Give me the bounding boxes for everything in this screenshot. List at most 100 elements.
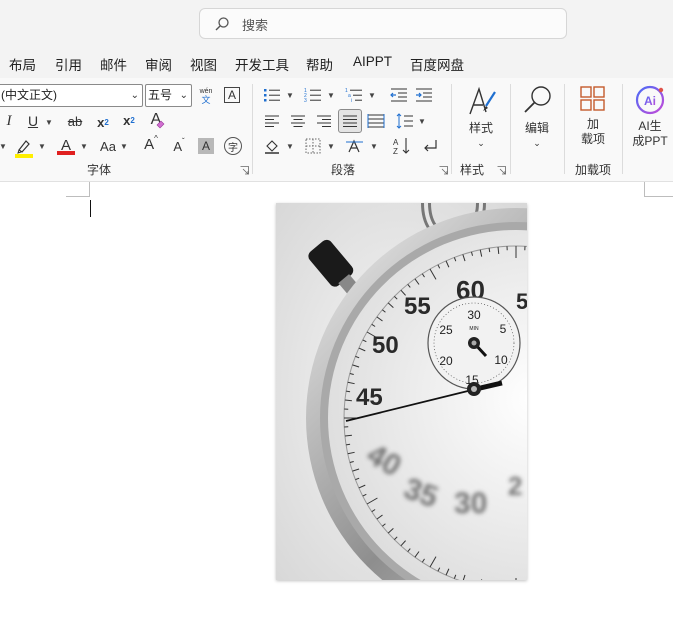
decrease-indent-button[interactable]: [389, 86, 409, 104]
underline-button[interactable]: U: [24, 112, 42, 130]
shrink-font-label: A: [173, 138, 182, 154]
borders-button[interactable]: [303, 136, 323, 156]
strikethrough-button[interactable]: ab: [64, 112, 86, 130]
subdial-mark-30: 30: [467, 308, 481, 322]
align-center-icon: [291, 115, 305, 127]
phonetic-guide-button[interactable]: wén 文: [196, 84, 216, 108]
numbering-button[interactable]: 1 2 3: [303, 86, 323, 104]
chevron-down-icon[interactable]: ▼: [38, 142, 46, 151]
addins-label-line1: 加: [586, 117, 599, 131]
editing-button[interactable]: 编辑 ⌄: [516, 84, 558, 151]
subdial-min-label: MIN: [469, 326, 479, 332]
multilevel-list-button[interactable]: 1 a i: [344, 86, 364, 104]
chevron-down-icon[interactable]: ▼: [327, 91, 335, 100]
margin-corner-mark: [66, 196, 90, 197]
dial-mark-55: 55: [404, 293, 431, 320]
chinese-layout-icon: [346, 139, 363, 153]
styles-button[interactable]: 样式 ⌄: [460, 84, 502, 151]
border-icon: [305, 138, 321, 154]
align-justify-icon: [343, 115, 357, 127]
chevron-down-icon[interactable]: ▼: [368, 91, 376, 100]
chinese-layout-button[interactable]: [344, 136, 366, 156]
group-divider: [510, 84, 511, 174]
group-divider: [252, 84, 253, 174]
svg-text:3: 3: [304, 98, 307, 103]
chevron-down-icon: ⌄: [533, 138, 541, 148]
ai-logo-icon: Ai: [635, 85, 665, 115]
dialog-launcher-icon[interactable]: [240, 166, 249, 175]
addins-button[interactable]: 加 载项: [571, 84, 615, 147]
bullets-button[interactable]: [262, 86, 282, 104]
italic-label: I: [6, 112, 12, 129]
highlight-color-swatch: [15, 154, 33, 158]
dial-tick: [346, 443, 351, 446]
enclose-characters-button[interactable]: 字: [224, 137, 242, 155]
increase-indent-button[interactable]: [414, 86, 434, 104]
chevron-down-icon[interactable]: ▼: [120, 142, 128, 151]
addins-icon: [580, 86, 605, 111]
subscript-mark: 2: [104, 117, 109, 127]
chevron-down-icon[interactable]: ▼: [45, 118, 53, 127]
align-right-button[interactable]: [314, 112, 334, 130]
tab-mailings[interactable]: 邮件: [100, 54, 127, 74]
text-highlight-button[interactable]: [14, 136, 34, 158]
clear-formatting-button[interactable]: A: [146, 110, 166, 130]
multilevel-list-icon: 1 a i: [345, 88, 362, 103]
search-box[interactable]: 搜索: [199, 8, 567, 39]
subscript-button[interactable]: x2: [95, 112, 111, 132]
tab-layout[interactable]: 布局: [9, 54, 36, 74]
character-shading-label: A: [201, 139, 210, 153]
enclose-characters-label: 字: [228, 142, 238, 154]
chevron-down-icon[interactable]: ▼: [286, 91, 294, 100]
dial-tick: [346, 390, 351, 393]
sort-icon: A Z: [393, 138, 410, 156]
dial-mark-50: 50: [372, 332, 399, 359]
editing-label: 编辑: [524, 121, 549, 135]
svg-text:i: i: [351, 98, 352, 103]
tab-review[interactable]: 审阅: [145, 54, 172, 74]
distributed-button[interactable]: [366, 112, 386, 130]
ribbon-home: (中文正文) ⌄ 五号 ⌄ wén 文 A I U ▼ ab x2 x2 A ▼: [0, 78, 673, 182]
line-spacing-button[interactable]: [395, 112, 415, 130]
tab-help[interactable]: 帮助: [306, 54, 333, 74]
tab-baidu-netdisk[interactable]: 百度网盘: [410, 54, 464, 74]
chevron-down-icon[interactable]: ▼: [418, 117, 426, 126]
font-color-swatch: [57, 151, 75, 155]
tab-view[interactable]: 视图: [190, 54, 217, 74]
character-shading-button[interactable]: A: [198, 138, 214, 154]
align-center-button[interactable]: [288, 112, 308, 130]
tab-developer[interactable]: 开发工具: [235, 54, 289, 74]
font-size-select[interactable]: 五号 ⌄: [145, 84, 192, 107]
character-border-label: A: [227, 88, 236, 102]
font-family-select[interactable]: (中文正文) ⌄: [0, 84, 143, 107]
stopwatch-image[interactable]: 60 55 50 45 5 40 35 30 2 30 5 10 15 20 2…: [276, 203, 527, 580]
chevron-down-icon[interactable]: ▼: [80, 142, 88, 151]
show-marks-button[interactable]: [420, 136, 440, 156]
superscript-button[interactable]: x2: [121, 110, 137, 130]
ai-ppt-button[interactable]: Ai AI生 成PPT: [628, 84, 672, 149]
align-left-button[interactable]: [262, 112, 282, 130]
character-border-button[interactable]: A: [224, 87, 240, 103]
addins-label-line2: 载项: [580, 132, 605, 146]
caret-down-icon: ˇ: [182, 136, 185, 146]
sort-button[interactable]: A Z: [391, 135, 413, 157]
italic-button[interactable]: I: [2, 112, 16, 130]
group-label-paragraph: 段落: [331, 163, 356, 177]
chevron-down-icon[interactable]: ▼: [370, 142, 378, 151]
grow-font-button[interactable]: A ^: [142, 134, 160, 154]
change-case-button[interactable]: Aa: [97, 136, 119, 156]
chevron-down-icon[interactable]: ▼: [0, 142, 7, 151]
dialog-launcher-icon[interactable]: [497, 166, 506, 175]
chevron-down-icon[interactable]: ▼: [286, 142, 294, 151]
shading-button[interactable]: [262, 136, 282, 156]
subdial-mark-25: 25: [439, 323, 453, 337]
tab-aippt[interactable]: AIPPT: [353, 54, 392, 69]
dialog-launcher-icon[interactable]: [439, 166, 448, 175]
font-color-button[interactable]: A: [56, 134, 76, 156]
tab-references[interactable]: 引用: [55, 54, 82, 74]
group-divider: [451, 84, 452, 174]
chevron-down-icon[interactable]: ▼: [327, 142, 335, 151]
justify-button[interactable]: [338, 109, 362, 133]
bullet-list-icon: [264, 89, 280, 102]
shrink-font-button[interactable]: Aˇ: [170, 136, 188, 156]
